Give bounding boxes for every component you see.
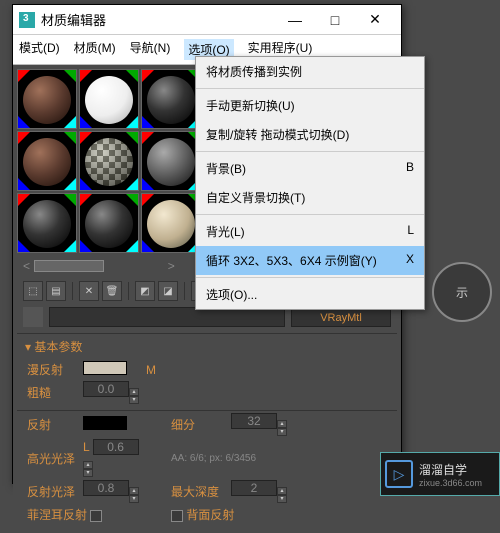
- close-button[interactable]: ✕: [355, 6, 395, 34]
- spinner-icon[interactable]: ▴▾: [277, 487, 287, 503]
- window-title: 材质编辑器: [41, 10, 275, 29]
- floating-badge-label: 示: [456, 284, 468, 301]
- sample-slot[interactable]: [17, 69, 77, 129]
- hilite-label: 高光光泽: [27, 450, 83, 467]
- menu-item-custom-bg[interactable]: 自定义背景切换(T): [196, 183, 424, 212]
- play-icon: ▷: [385, 460, 413, 488]
- sample-slot[interactable]: [141, 69, 201, 129]
- reflect-rollout: 反射 细分 32▴▾ 高光光泽 L 0.6▴▾ AA: 6/6; px: 6/3…: [17, 410, 397, 529]
- reflect-swatch[interactable]: [83, 416, 127, 430]
- menu-item-background[interactable]: 背景(B)B: [196, 154, 424, 183]
- options-menu: 将材质传播到实例 手动更新切换(U) 复制/旋转 拖动模式切换(D) 背景(B)…: [195, 56, 425, 310]
- menu-item-propagate[interactable]: 将材质传播到实例: [196, 57, 424, 86]
- brand-watermark: ▷ 溜溜自学 zixue.3d66.com: [380, 452, 500, 496]
- menu-navigate[interactable]: 导航(N): [130, 39, 171, 60]
- titlebar[interactable]: 材质编辑器 — □ ✕: [13, 5, 401, 35]
- menu-item-copy-rotate[interactable]: 复制/旋转 拖动模式切换(D): [196, 120, 424, 149]
- brand-url: zixue.3d66.com: [419, 478, 482, 488]
- back-checkbox[interactable]: [171, 510, 183, 522]
- spinner-icon[interactable]: ▴▾: [129, 487, 139, 503]
- maximize-button[interactable]: □: [315, 6, 355, 34]
- menu-item-cycle-samples[interactable]: 循环 3X2、5X3、6X4 示例窗(Y)X: [196, 246, 424, 275]
- sample-slot[interactable]: [79, 193, 139, 253]
- menu-item-manual-update[interactable]: 手动更新切换(U): [196, 91, 424, 120]
- minimize-button[interactable]: —: [275, 6, 315, 34]
- floating-badge: 示: [432, 262, 492, 322]
- menu-material[interactable]: 材质(M): [74, 39, 116, 60]
- show2-icon[interactable]: ◪: [158, 281, 178, 301]
- get-material-icon[interactable]: ⬚: [23, 281, 43, 301]
- fresnel-label: 菲涅耳反射: [27, 506, 143, 523]
- material-type-button[interactable]: VRayMtl: [291, 307, 391, 327]
- menu-item-backlight[interactable]: 背光(L)L: [196, 217, 424, 246]
- fresnel-checkbox[interactable]: [90, 510, 102, 522]
- show-icon[interactable]: ◩: [135, 281, 155, 301]
- diffuse-swatch[interactable]: [83, 361, 127, 375]
- menu-mode[interactable]: 模式(D): [19, 39, 60, 60]
- basic-params-rollout: ▾ 基本参数 漫反射 M 粗糙 0.0▴▾: [17, 333, 397, 410]
- scroll-thumb[interactable]: [34, 260, 104, 272]
- reflect-label: 反射: [27, 416, 83, 433]
- sample-slot[interactable]: [17, 193, 77, 253]
- refl-gloss-input[interactable]: 0.8: [83, 480, 129, 496]
- aa-info: AA: 6/6; px: 6/3456: [171, 453, 301, 464]
- sample-slot[interactable]: [141, 131, 201, 191]
- sample-slot[interactable]: [17, 131, 77, 191]
- sample-slot[interactable]: [79, 131, 139, 191]
- diffuse-label: 漫反射: [27, 361, 83, 378]
- sample-slot[interactable]: [141, 193, 201, 253]
- menu-item-options[interactable]: 选项(O)...: [196, 280, 424, 309]
- lock-icon[interactable]: L: [83, 440, 89, 454]
- eyedropper-icon[interactable]: [23, 307, 43, 327]
- refl-gloss-label: 反射光泽: [27, 483, 83, 500]
- delete-icon[interactable]: 🗑: [102, 281, 122, 301]
- brand-name: 溜溜自学: [419, 461, 482, 478]
- reset-icon[interactable]: ✕: [79, 281, 99, 301]
- material-name-input[interactable]: [49, 307, 285, 327]
- roughness-label: 粗糙: [27, 384, 83, 401]
- back-reflect-label: 背面反射: [171, 506, 301, 523]
- max-depth-label: 最大深度: [171, 483, 231, 500]
- hilite-input[interactable]: 0.6: [93, 439, 139, 455]
- scroll-left-icon[interactable]: <: [23, 259, 30, 273]
- assign-icon[interactable]: ▤: [46, 281, 66, 301]
- app-icon: [19, 12, 35, 28]
- spinner-icon[interactable]: ▴▾: [129, 388, 139, 404]
- max-depth-input[interactable]: 2: [231, 480, 277, 496]
- subdivs-input[interactable]: 32: [231, 413, 277, 429]
- subdivs-label: 细分: [171, 416, 231, 433]
- rollout-title[interactable]: ▾ 基本参数: [17, 334, 397, 359]
- spinner-icon[interactable]: ▴▾: [83, 461, 93, 477]
- sample-slot[interactable]: [79, 69, 139, 129]
- scroll-right-icon[interactable]: >: [168, 259, 175, 273]
- roughness-input[interactable]: 0.0: [83, 381, 129, 397]
- diffuse-map-button[interactable]: M: [143, 363, 159, 377]
- spinner-icon[interactable]: ▴▾: [277, 420, 287, 436]
